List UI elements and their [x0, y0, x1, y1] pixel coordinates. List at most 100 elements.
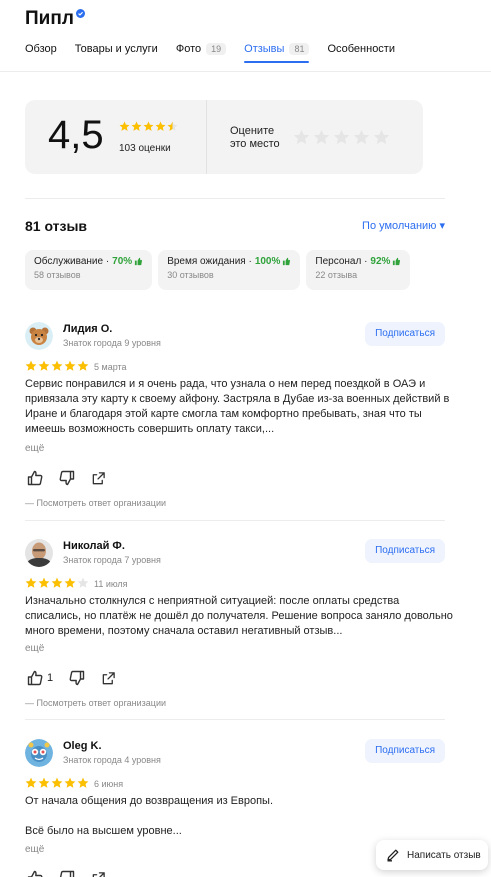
star-icon	[64, 777, 76, 788]
share-button[interactable]	[91, 471, 106, 486]
review-text: От начала общения до возвращения из Евро…	[25, 795, 274, 837]
aspect-count: 22 отзыва	[315, 270, 358, 280]
divider	[25, 198, 445, 199]
dislike-button[interactable]	[59, 870, 75, 877]
like-button[interactable]	[27, 470, 43, 486]
tab-features[interactable]: Особенности	[327, 41, 395, 57]
star-icon	[38, 577, 50, 588]
thumbs-down-icon	[59, 470, 75, 486]
bear-avatar-icon	[25, 322, 53, 350]
star-icon	[38, 777, 50, 788]
aspect-separator: ·	[245, 256, 252, 267]
thumbs-up-icon	[393, 257, 401, 266]
dislike-button[interactable]	[59, 470, 75, 486]
tabs: Обзор Товары и услуги Фото 19 Отзывы 81 …	[25, 41, 413, 63]
tab-products[interactable]: Товары и услуги	[75, 41, 158, 57]
expand-more-link[interactable]: ещё	[25, 844, 44, 855]
aspect-name: Время ожидания	[167, 256, 246, 267]
reviewer-name[interactable]: Oleg K.	[63, 740, 102, 752]
star-icon	[77, 777, 89, 788]
review-date: 11 июля	[94, 579, 128, 589]
aspect-chip-service[interactable]: Обслуживание · 70% 58 отзывов	[25, 250, 153, 290]
like-button[interactable]: 1	[27, 670, 53, 686]
sort-dropdown[interactable]: По умолчанию ▾	[362, 219, 445, 232]
reviewer-name[interactable]: Лидия О.	[63, 323, 112, 335]
reviews-count-heading: 81 отзыв	[25, 218, 88, 234]
review-stars	[25, 777, 90, 789]
view-org-reply-link[interactable]: — Посмотреть ответ организации	[25, 498, 166, 508]
star-icon	[64, 577, 76, 588]
aspect-chip-title: Обслуживание · 70%	[34, 256, 143, 267]
avatar[interactable]	[25, 539, 53, 567]
thumbs-down-icon	[69, 670, 85, 686]
tab-photos[interactable]: Фото 19	[175, 41, 227, 57]
divider	[25, 520, 445, 521]
share-button[interactable]	[91, 871, 106, 877]
like-button[interactable]	[27, 870, 43, 877]
rating-summary-card: 4,5 103 оценки Оцените это место	[25, 100, 423, 174]
aspect-percent: 70%	[112, 256, 133, 267]
write-review-label: Написать отзыв	[407, 849, 481, 861]
tab-label: Особенности	[327, 43, 395, 55]
expand-more-link[interactable]: ещё	[25, 643, 44, 654]
thumbs-up-icon	[283, 257, 291, 266]
reviewer-name[interactable]: Николай Ф.	[63, 540, 125, 552]
star-icon	[131, 121, 142, 131]
review-stars	[25, 577, 90, 589]
tab-count-badge: 81	[289, 43, 310, 55]
review-card: Лидия О. Знаток города 9 уровня Подписат…	[25, 322, 449, 512]
expand-more-link[interactable]: ещё	[25, 443, 44, 454]
write-review-button[interactable]: Написать отзыв	[376, 840, 488, 870]
aspect-separator: ·	[361, 256, 368, 267]
reviewer-level: Знаток города 9 уровня	[63, 338, 161, 348]
aspect-count: 30 отзывов	[167, 270, 214, 280]
review-actions	[27, 870, 122, 877]
aspect-count: 58 отзывов	[34, 270, 81, 280]
review-text: Сервис понравился и я очень рада, что уз…	[25, 378, 450, 435]
aspect-chip-staff[interactable]: Персонал · 92% 22 отзыва	[306, 250, 411, 290]
cartoon-avatar-icon	[25, 739, 53, 767]
review-date: 5 марта	[94, 362, 127, 372]
rate-star-icon[interactable]	[353, 129, 370, 146]
tab-reviews[interactable]: Отзывы 81	[244, 41, 310, 63]
aspect-chip-title: Время ожидания · 100%	[167, 256, 291, 267]
star-icon	[167, 121, 178, 131]
star-icon	[143, 121, 154, 131]
rate-stars-input[interactable]	[293, 129, 393, 146]
avatar[interactable]	[25, 322, 53, 350]
rate-star-icon[interactable]	[313, 129, 330, 146]
tab-overview[interactable]: Обзор	[25, 41, 57, 57]
view-org-reply-link[interactable]: — Посмотреть ответ организации	[25, 698, 166, 708]
aspect-chips: Обслуживание · 70% 58 отзывов Время ожид…	[25, 250, 416, 290]
rate-star-icon[interactable]	[373, 129, 390, 146]
rating-stars	[119, 121, 179, 132]
rate-prompt: Оцените это место	[230, 125, 280, 150]
page-title: Пипл	[25, 8, 74, 29]
divider	[206, 100, 207, 174]
like-count: 1	[47, 672, 54, 684]
rate-star-icon[interactable]	[333, 129, 350, 146]
aspect-chip-title: Персонал · 92%	[315, 256, 401, 267]
review-text: Изначально столкнулся с неприятной ситуа…	[25, 595, 453, 637]
share-icon	[92, 871, 105, 877]
tab-label: Фото	[175, 43, 202, 55]
user-photo-icon	[25, 539, 53, 567]
dislike-button[interactable]	[69, 670, 85, 686]
share-icon	[102, 671, 115, 684]
aspect-name: Обслуживание	[34, 256, 104, 267]
share-icon	[92, 471, 105, 484]
avatar[interactable]	[25, 739, 53, 767]
aspect-chip-waiting-time[interactable]: Время ожидания · 100% 30 отзывов	[158, 250, 301, 290]
star-icon	[64, 360, 76, 371]
rating-value: 4,5	[48, 113, 104, 157]
title-row: Пипл	[25, 8, 85, 30]
share-button[interactable]	[101, 671, 116, 686]
subscribe-button[interactable]: Подписаться	[365, 739, 445, 763]
star-icon	[51, 360, 63, 371]
star-icon	[77, 577, 89, 588]
subscribe-button[interactable]: Подписаться	[365, 539, 445, 563]
subscribe-button[interactable]: Подписаться	[365, 322, 445, 346]
aspect-separator: ·	[103, 256, 110, 267]
rate-star-icon[interactable]	[293, 129, 310, 146]
tab-label: Отзывы	[244, 43, 285, 55]
